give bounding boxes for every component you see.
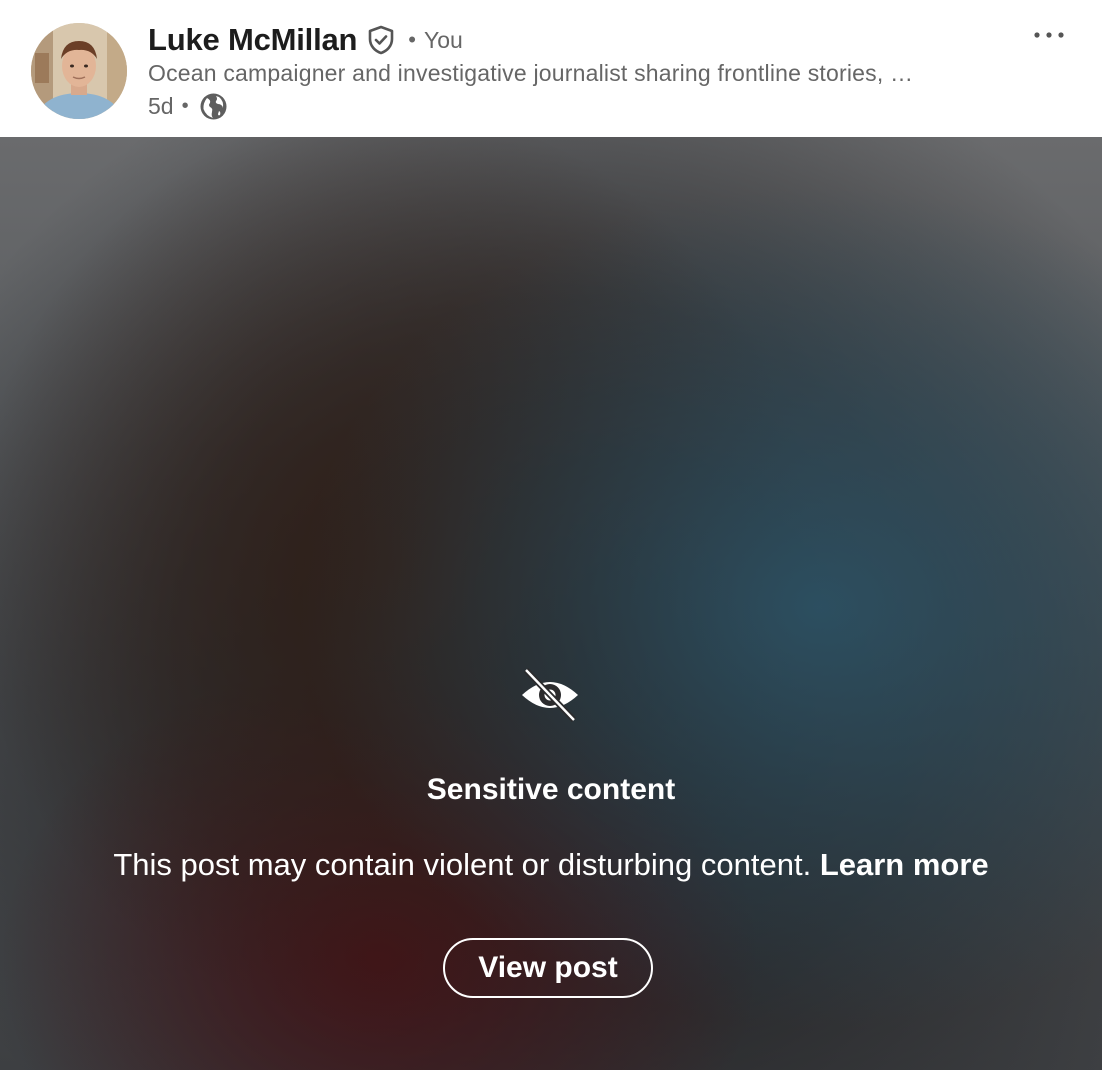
author-name-row: Luke McMillan • You (148, 20, 463, 60)
avatar-photo (31, 23, 127, 119)
eye-off-icon (520, 667, 580, 723)
sensitive-content-description: This post may contain violent or disturb… (0, 847, 1102, 883)
view-post-button[interactable]: View post (443, 938, 653, 998)
meta-separator: • (181, 94, 189, 117)
avatar[interactable] (31, 23, 127, 119)
learn-more-link[interactable]: Learn more (820, 847, 989, 882)
post-meta: 5d • (148, 91, 228, 121)
author-name[interactable]: Luke McMillan (148, 22, 357, 58)
globe-icon (199, 92, 228, 121)
post-media-blurred: Sensitive content This post may contain … (0, 137, 1102, 1070)
sensitive-description-text: This post may contain violent or disturb… (113, 847, 812, 882)
post-age: 5d (148, 92, 174, 119)
more-options-button[interactable] (1026, 20, 1072, 50)
sensitive-content-title: Sensitive content (426, 773, 676, 806)
more-horizontal-icon (1034, 32, 1064, 38)
post-header: Luke McMillan • You Ocean campaigner and… (0, 0, 1102, 137)
verified-shield-icon (366, 25, 396, 55)
name-separator: • (408, 27, 416, 52)
connection-degree: You (423, 26, 463, 53)
sensitive-content-overlay: Sensitive content This post may contain … (0, 137, 1102, 1070)
author-headline: Ocean campaigner and investigative journ… (148, 60, 914, 86)
